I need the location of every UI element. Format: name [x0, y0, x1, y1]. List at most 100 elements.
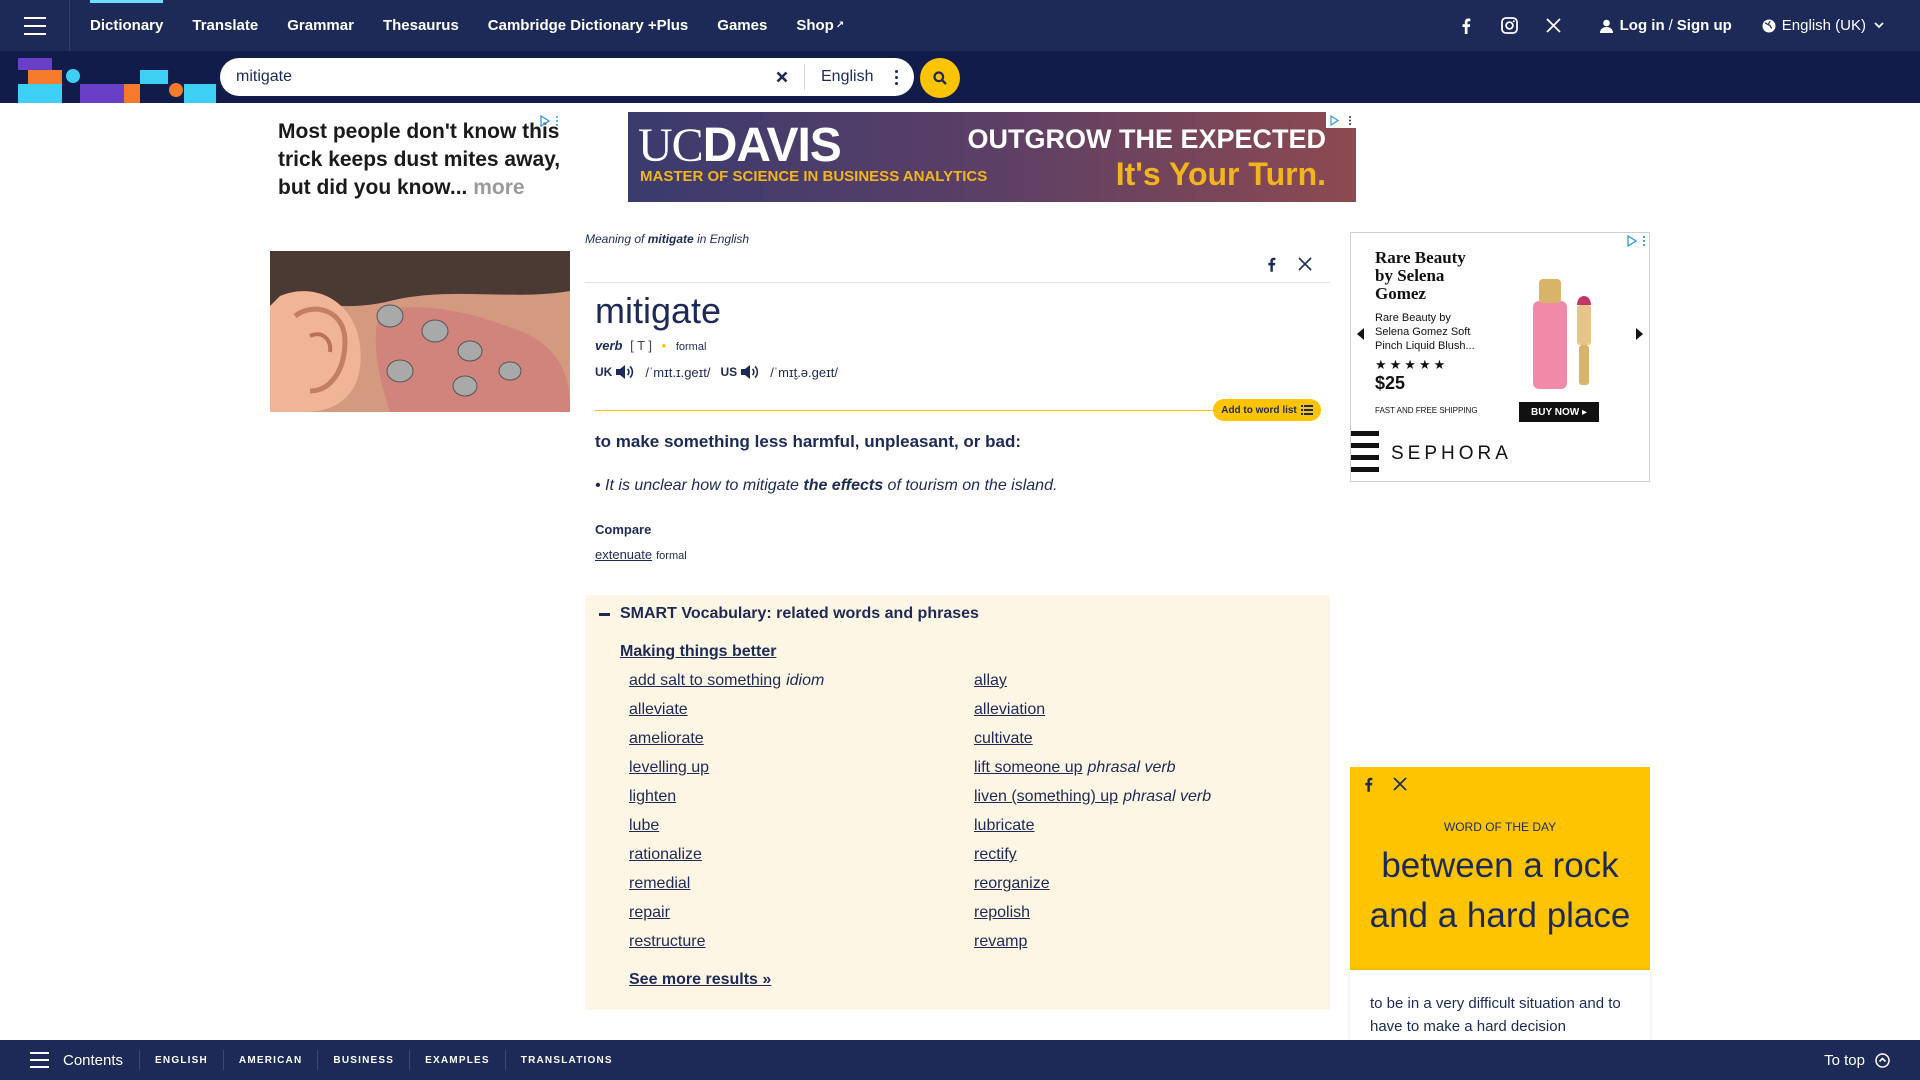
carousel-next-icon[interactable]: [1635, 327, 1643, 345]
smart-word-link[interactable]: allay: [974, 672, 1007, 689]
smart-word-link[interactable]: liven (something) up: [974, 788, 1118, 805]
see-more-results-link[interactable]: See more results »: [629, 971, 771, 989]
smart-word-link[interactable]: lubricate: [974, 817, 1034, 834]
search-input[interactable]: [236, 62, 756, 92]
login-signup[interactable]: Log in / Sign up: [1599, 17, 1732, 34]
tab-business[interactable]: BUSINESS: [317, 1050, 409, 1070]
smart-word-link[interactable]: lube: [629, 817, 659, 834]
signup-link[interactable]: Sign up: [1677, 17, 1732, 34]
grammar-code[interactable]: [ T ]: [630, 338, 652, 353]
tab-english[interactable]: ENGLISH: [139, 1050, 223, 1070]
sephora-ad[interactable]: Rare Beauty by Selena Gomez Rare Beauty …: [1350, 232, 1650, 482]
smart-word-label: phrasal verb: [1123, 788, 1212, 805]
list-item: lubricate: [974, 817, 1319, 837]
smart-word-link[interactable]: rationalize: [629, 846, 702, 863]
smart-word-link[interactable]: rectify: [974, 846, 1017, 863]
facebook-icon[interactable]: [1267, 257, 1276, 277]
ad-shipping: FAST AND FREE SHIPPING: [1375, 406, 1478, 415]
nav-shop[interactable]: Shop ↗: [796, 0, 844, 51]
smart-word-link[interactable]: cultivate: [974, 730, 1033, 747]
nav-games[interactable]: Games: [717, 0, 767, 51]
list-item: liven (something) up phrasal verb: [974, 788, 1319, 808]
search-button[interactable]: [920, 58, 960, 98]
cambridge-logo[interactable]: [18, 58, 216, 103]
smart-topic-link[interactable]: Making things better: [620, 643, 776, 661]
ad-choices-icon[interactable]: [540, 114, 560, 132]
banner-logo: UCDAVIS: [638, 118, 842, 173]
compare-entry: extenuate formal: [595, 547, 687, 562]
x-icon[interactable]: [1393, 777, 1407, 797]
dust-mite-ad-image[interactable]: [270, 251, 570, 412]
smart-word-link[interactable]: add salt to something: [629, 672, 781, 689]
smart-word-link[interactable]: alleviate: [629, 701, 688, 718]
list-item: alleviate: [629, 701, 974, 721]
ad-buy-now-button[interactable]: BUY NOW ▸: [1519, 402, 1599, 422]
menu-button[interactable]: [0, 0, 70, 51]
nav-translate[interactable]: Translate: [192, 0, 258, 51]
banner-logo-uc: UC: [638, 119, 704, 172]
add-to-word-list-button[interactable]: Add to word list: [1213, 399, 1321, 421]
smart-word-link[interactable]: alleviation: [974, 701, 1045, 718]
more-options-icon[interactable]: [895, 68, 899, 86]
tab-translations[interactable]: TRANSLATIONS: [504, 1050, 628, 1070]
login-link[interactable]: Log in: [1620, 17, 1665, 34]
meaning-suffix: in English: [697, 232, 750, 246]
tab-examples[interactable]: EXAMPLES: [409, 1050, 505, 1070]
compare-word-link[interactable]: extenuate: [595, 547, 652, 562]
list-item: ameliorate: [629, 730, 974, 750]
smart-word-link[interactable]: lighten: [629, 788, 676, 805]
smart-word-link[interactable]: repolish: [974, 904, 1030, 921]
list-item: rectify: [974, 846, 1319, 866]
dictionary-select[interactable]: English: [821, 68, 873, 86]
facebook-icon[interactable]: [1364, 777, 1373, 797]
smart-word-link[interactable]: ameliorate: [629, 730, 704, 747]
contents-button[interactable]: Contents: [30, 1050, 123, 1071]
us-label: US: [720, 365, 738, 379]
list-item: remedial: [629, 875, 974, 895]
part-of-speech[interactable]: verb: [595, 338, 622, 353]
ad-choices-icon[interactable]: [1326, 112, 1356, 128]
smart-word-link[interactable]: restructure: [629, 933, 705, 950]
text-ad[interactable]: Most people don't know this trick keeps …: [278, 118, 568, 202]
language-selector[interactable]: English (UK): [1762, 17, 1890, 34]
compare-label: formal: [656, 550, 687, 562]
ad-choices-icon[interactable]: [1627, 235, 1647, 247]
instagram-icon[interactable]: [1499, 15, 1521, 37]
nav-plus[interactable]: Cambridge Dictionary +Plus: [488, 0, 688, 51]
hamburger-icon: [23, 14, 46, 38]
speaker-icon[interactable]: [740, 364, 760, 380]
text-ad-more[interactable]: more: [473, 176, 524, 199]
nav-grammar[interactable]: Grammar: [287, 0, 354, 51]
ad-stars: ★★★★★: [1375, 357, 1449, 372]
smart-word-link[interactable]: remedial: [629, 875, 690, 892]
list-item: add salt to something idiom: [629, 672, 974, 692]
x-icon[interactable]: [1298, 257, 1312, 277]
smart-word-link[interactable]: levelling up: [629, 759, 709, 776]
smart-vocab-heading: SMART Vocabulary: related words and phra…: [620, 605, 979, 622]
clear-search-button[interactable]: [772, 67, 792, 87]
tab-american[interactable]: AMERICAN: [222, 1050, 318, 1070]
list-item: reorganize: [974, 875, 1319, 895]
nav-thesaurus[interactable]: Thesaurus: [383, 0, 459, 51]
facebook-icon[interactable]: [1455, 15, 1477, 37]
to-top-button[interactable]: To top: [1824, 1052, 1890, 1069]
x-icon[interactable]: [1543, 15, 1565, 37]
speaker-icon[interactable]: [615, 364, 635, 380]
to-top-label: To top: [1824, 1051, 1865, 1069]
smart-word-link[interactable]: lift someone up: [974, 759, 1083, 776]
ad-product-desc: Rare Beauty by Selena Gomez Soft Pinch L…: [1375, 312, 1475, 352]
smart-vocabulary: SMART Vocabulary: related words and phra…: [585, 595, 1330, 1010]
carousel-prev-icon[interactable]: [1357, 327, 1365, 345]
sense-rule: [595, 410, 1215, 411]
list-item: levelling up: [629, 759, 974, 779]
meaning-prefix: Meaning of: [585, 232, 645, 246]
wotd-word[interactable]: between a rock and a hard place: [1350, 841, 1650, 941]
wotd-definition-box: to be in a very difficult situation and …: [1350, 970, 1650, 1040]
headword: mitigate: [595, 290, 722, 331]
ucdavis-banner-ad[interactable]: UCDAVIS MASTER OF SCIENCE IN BUSINESS AN…: [628, 112, 1356, 202]
smart-word-link[interactable]: reorganize: [974, 875, 1050, 892]
nav-dictionary[interactable]: Dictionary: [90, 0, 164, 51]
smart-word-link[interactable]: revamp: [974, 933, 1027, 950]
smart-word-link[interactable]: repair: [629, 904, 670, 921]
smart-vocab-toggle[interactable]: SMART Vocabulary: related words and phra…: [599, 605, 979, 623]
